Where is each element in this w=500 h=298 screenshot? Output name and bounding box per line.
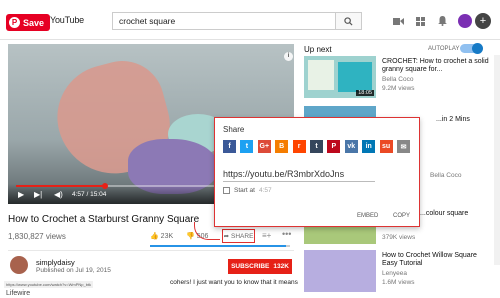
- search-button[interactable]: [336, 12, 362, 30]
- progress-scrubber[interactable]: [102, 183, 109, 189]
- share-arrow-icon: ➦: [223, 233, 230, 240]
- start-at-time[interactable]: 4:57: [259, 187, 272, 194]
- subscriber-count: 132K: [273, 263, 289, 270]
- thumbnail-square-image: [338, 62, 372, 92]
- current-time: 4:57: [72, 191, 85, 198]
- apps-grid-icon[interactable]: [414, 15, 426, 27]
- status-bar-url: https://www.youtube.com/watch?v=WmPNp_bt…: [4, 281, 94, 288]
- share-url-underline: [223, 181, 375, 182]
- share-button[interactable]: ➦ SHARE: [222, 229, 255, 243]
- related-video-channel: Bella Coco: [430, 172, 462, 179]
- volume-icon[interactable]: ◀): [54, 190, 63, 199]
- related-video-thumbnail[interactable]: [304, 250, 376, 292]
- related-video-views: 379K views: [382, 234, 416, 241]
- below-page-text: Lifewire: [6, 290, 31, 297]
- thumbs-down-icon: 👎: [186, 233, 195, 240]
- time-display: 4:57 / 15:04: [72, 191, 107, 198]
- more-actions-icon[interactable]: •••: [282, 229, 291, 239]
- divider: [8, 250, 294, 251]
- channel-name[interactable]: simplydaisy: [36, 258, 75, 267]
- progress-fill: [16, 185, 106, 187]
- upload-video-icon[interactable]: [392, 15, 404, 27]
- like-ratio-fill: [150, 245, 286, 247]
- search-input[interactable]: crochet square: [112, 12, 336, 30]
- channel-avatar[interactable]: [10, 256, 28, 274]
- like-count: 23K: [160, 233, 174, 240]
- share-label: SHARE: [231, 232, 254, 240]
- add-to-playlist-icon[interactable]: ≡+: [262, 231, 271, 240]
- info-icon[interactable]: i: [284, 52, 293, 61]
- description-snippet: cohers! I just want you to know that it …: [170, 279, 298, 286]
- duration-badge: 18:05: [356, 90, 374, 96]
- copy-button[interactable]: COPY: [393, 213, 410, 219]
- subscribe-button[interactable]: SUBSCRIBE 132K: [228, 259, 292, 274]
- save-label: Save: [23, 17, 45, 28]
- subscribe-label: SUBSCRIBE: [231, 263, 270, 270]
- like-ratio-bar: [150, 245, 290, 247]
- related-video-channel: Lenyeea: [382, 270, 407, 277]
- blogger-share-icon[interactable]: B: [275, 140, 289, 153]
- stumbleupon-share-icon[interactable]: su: [379, 140, 393, 153]
- related-video-channel: Bella Coco: [382, 76, 414, 83]
- start-at-label: Start at: [234, 187, 255, 194]
- autoplay-toggle-knob: [472, 43, 483, 54]
- duration: 15:04: [90, 191, 107, 198]
- like-button[interactable]: 👍 23K: [150, 232, 173, 240]
- linkedin-share-icon[interactable]: in: [362, 140, 376, 153]
- email-share-icon[interactable]: ✉: [397, 140, 410, 153]
- play-icon[interactable]: ▶: [18, 190, 24, 199]
- autoplay-toggle[interactable]: [460, 43, 483, 54]
- embed-button[interactable]: EMBED: [357, 213, 378, 219]
- related-video-views: 9.2M views: [382, 85, 415, 92]
- related-video-title[interactable]: ...colour square: [420, 210, 500, 218]
- account-avatar[interactable]: [458, 14, 472, 28]
- vk-share-icon[interactable]: vk: [344, 140, 358, 153]
- autoplay-label: AUTOPLAY: [428, 46, 460, 52]
- google-plus-share-icon[interactable]: G+: [257, 140, 271, 153]
- share-dialog-title: Share: [223, 125, 245, 134]
- related-video-thumbnail[interactable]: 18:05: [304, 56, 376, 98]
- scrollbar[interactable]: [494, 55, 500, 265]
- thumbnail-caption-block: [308, 60, 334, 90]
- start-at-checkbox[interactable]: [223, 187, 230, 194]
- related-video-title[interactable]: CROCHET: How to crochet a solid granny s…: [382, 58, 492, 74]
- related-video-title[interactable]: ...in 2 Mins: [436, 116, 500, 124]
- view-count: 1,830,827 views: [8, 232, 66, 241]
- facebook-share-icon[interactable]: f: [223, 140, 236, 153]
- thumbs-up-icon: 👍: [150, 233, 159, 240]
- search-icon: [344, 16, 353, 26]
- share-url-input[interactable]: https://youtu.be/R3mbrXdoJns: [223, 169, 344, 179]
- up-next-heading: Up next: [304, 45, 332, 54]
- publish-date: Published on Jul 19, 2015: [36, 267, 111, 274]
- video-title: How to Crochet a Starburst Granny Square: [8, 214, 200, 225]
- pinterest-save-button[interactable]: P Save: [6, 14, 50, 31]
- tumblr-share-icon[interactable]: t: [310, 140, 323, 153]
- next-icon[interactable]: ▶|: [34, 190, 42, 199]
- related-video-views: 1.6M views: [382, 279, 415, 286]
- twitter-share-icon[interactable]: t: [240, 140, 254, 153]
- youtube-logo[interactable]: YouTube: [50, 15, 84, 25]
- notifications-bell-icon[interactable]: [436, 15, 448, 27]
- extension-plus-icon[interactable]: +: [475, 13, 491, 29]
- share-dialog: Share f t G+ Br t Pvk in su ✉ https://youtu.be/R…: [214, 117, 420, 227]
- pinterest-share-icon[interactable]: P: [327, 140, 341, 153]
- related-video-title[interactable]: How to Crochet Willow Square Easy Tutori…: [382, 252, 492, 268]
- top-bar: P Save YouTube crochet square +: [0, 0, 500, 40]
- reddit-share-icon[interactable]: r: [292, 140, 306, 153]
- pinterest-icon: P: [9, 17, 20, 28]
